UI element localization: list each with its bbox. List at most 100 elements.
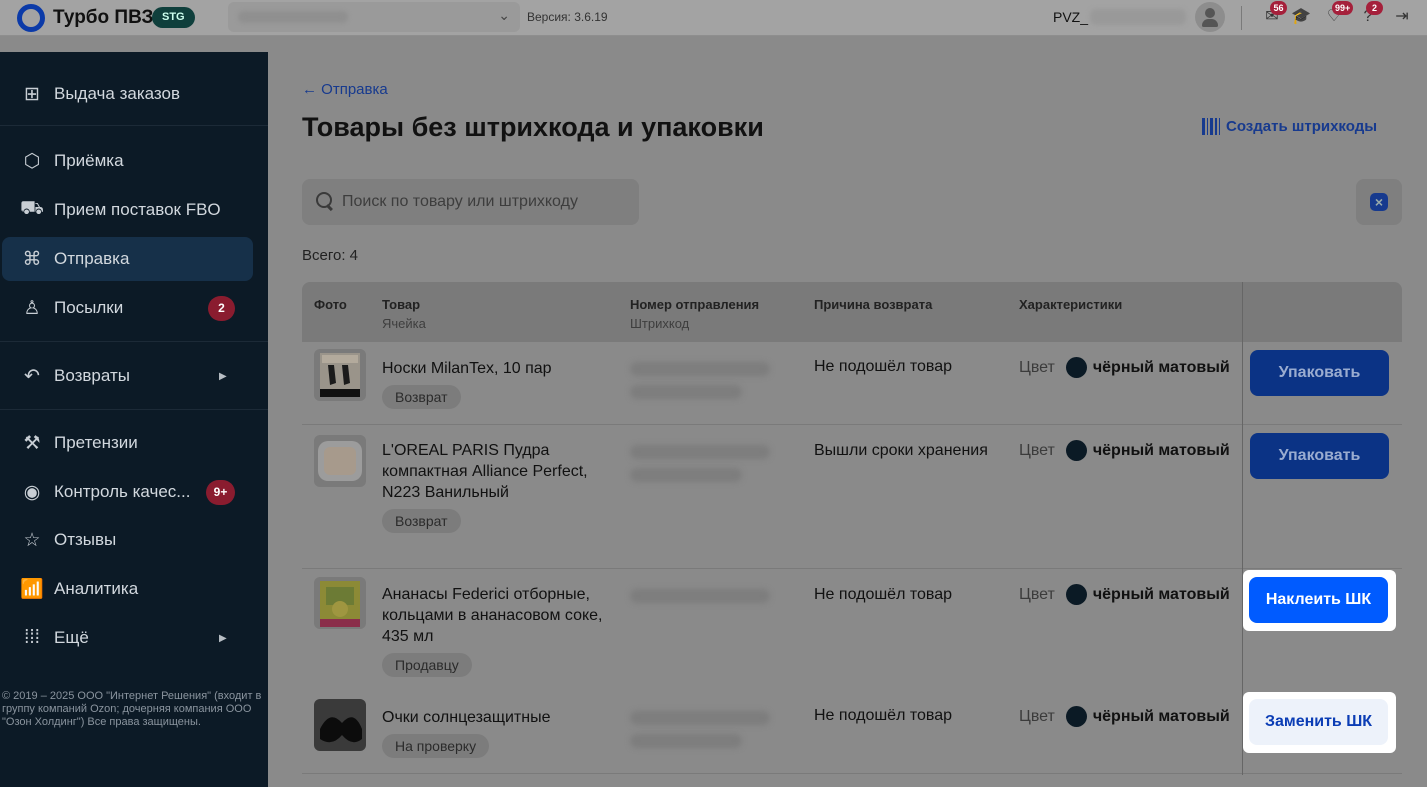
sidebar-item-label: Аналитика (54, 579, 139, 598)
cell-tag: Продавцу (382, 653, 472, 677)
gavel-icon: ⚒ (23, 432, 41, 454)
quality-badge: 9+ (206, 479, 235, 505)
sidebar-item-label: Посылки (54, 298, 124, 317)
parcels-badge: 2 (208, 295, 235, 321)
sidebar-item-claims[interactable]: ⚒ Претензии (0, 421, 268, 465)
shipment-number-hidden (630, 362, 770, 408)
return-reason: Не подошёл товар (814, 358, 953, 375)
cell-tag: Возврат (382, 509, 461, 533)
product-cell: Очки солнцезащитные На проверку (382, 707, 622, 758)
logout-icon[interactable]: ⇥ (1391, 6, 1413, 28)
sidebar-item-returns[interactable]: ↶ Возвраты ▶ (0, 354, 268, 398)
pack-button[interactable]: Упаковать (1250, 350, 1389, 396)
search-placeholder: Поиск по товару или штрихкоду (342, 193, 578, 210)
shipment-number-hidden (630, 589, 770, 612)
table-row: Ананасы Federici отборные, кольцами в ан… (302, 569, 1402, 691)
characteristic: Цвет чёрный матовый (1019, 584, 1230, 605)
sidebar-item-label: Возвраты (54, 366, 130, 385)
sidebar: ⊞ Выдача заказов ⬡ Приёмка ⛟ Прием поста… (0, 52, 268, 787)
sidebar-item-label: Отправка (54, 249, 130, 268)
review-icon: ☆ (23, 529, 41, 551)
truck-icon: ⛟ (20, 198, 44, 219)
product-name: Ананасы Federici отборные, кольцами в ан… (382, 586, 603, 645)
notifications-icon[interactable]: ♡ 99+ (1323, 1, 1354, 28)
sidebar-item-receiving[interactable]: ⬡ Приёмка (0, 139, 268, 183)
version-label: Версия: 3.6.19 (527, 10, 608, 24)
header-photo: Фото (314, 297, 347, 312)
cell-tag: Возврат (382, 385, 461, 409)
return-reason: Вышли сроки хранения (814, 442, 988, 459)
sidebar-item-label: Прием поставок FBO (54, 200, 221, 219)
highlight-frame: Заменить ШК (1243, 692, 1396, 753)
education-icon[interactable]: 🎓 (1290, 6, 1312, 28)
sidebar-item-reviews[interactable]: ☆ Отзывы (0, 518, 268, 562)
replace-barcode-button[interactable]: Заменить ШК (1249, 699, 1388, 745)
search-input[interactable]: Поиск по товару или штрихкоду (302, 179, 639, 225)
header-shipment: Номер отправления Штрихкод (630, 297, 760, 331)
sidebar-item-label: Выдача заказов (54, 84, 181, 103)
sidebar-item-quality[interactable]: ◉ Контроль качес... 9+ (0, 470, 268, 514)
back-link[interactable]: ← Отправка (302, 81, 388, 98)
sidebar-item-handover[interactable]: ⊞ Выдача заказов (0, 72, 268, 116)
return-reason: Не подошёл товар (814, 707, 953, 724)
return-reason: Не подошёл товар (814, 586, 953, 603)
env-badge: STG (152, 7, 195, 28)
page-title: Товары без штрихкода и упаковки (302, 112, 764, 142)
eye-icon: ◉ (23, 481, 41, 503)
sidebar-item-more[interactable]: ⁞⁞⁞ Ещё ▶ (0, 616, 268, 660)
brand-title: Турбо ПВЗ (53, 7, 154, 28)
product-photo (314, 349, 366, 401)
clear-search-button[interactable] (1356, 179, 1402, 225)
help-icon[interactable]: ? 2 (1357, 1, 1383, 28)
chevron-right-icon: ▶ (219, 632, 227, 644)
characteristic: Цвет чёрный матовый (1019, 357, 1230, 378)
product-name: L'OREAL PARIS Пудра компактная Alliance … (382, 442, 588, 501)
color-swatch (1065, 357, 1087, 378)
pvz-name: PVZ_ (1053, 9, 1089, 25)
sidebar-item-label: Отзывы (54, 530, 117, 549)
pack-button[interactable]: Упаковать (1250, 433, 1389, 479)
header-characteristics: Характеристики (1019, 297, 1123, 312)
pvz-name-hidden (1090, 9, 1186, 25)
top-bar: Турбо ПВЗ STG ⌄ Версия: 3.6.19 PVZ_ ✉ 56 … (0, 0, 1427, 36)
table-row: Носки MilanTex, 10 пар Возврат Не подошё… (302, 342, 1402, 425)
product-photo (314, 435, 366, 487)
sidebar-item-label: Контроль качес... (54, 482, 191, 501)
create-barcodes-button[interactable]: Создать штрихкоды (1202, 118, 1377, 135)
sidebar-item-label: Претензии (54, 433, 138, 452)
box-icon: ⬡ (23, 150, 41, 172)
table-header: Фото Товар Ячейка Номер отправления Штри… (302, 282, 1402, 342)
sidebar-item-fbo[interactable]: ⛟ Прием поставок FBO (0, 188, 268, 232)
color-swatch (1065, 440, 1087, 461)
product-photo (314, 577, 366, 629)
dolly-icon: ⌘ (22, 248, 42, 270)
person-icon: ♙ (23, 297, 41, 319)
messages-icon[interactable]: ✉ 56 (1261, 1, 1287, 28)
table-row: Очки солнцезащитные На проверку Не подош… (302, 691, 1402, 774)
notifications-badge: 99+ (1332, 1, 1354, 15)
header-product: Товар Ячейка (382, 297, 426, 331)
copyright: © 2019 – 2025 ООО "Интернет Решения" (вх… (2, 690, 262, 728)
create-barcodes-label: Создать штрихкоды (1226, 118, 1378, 135)
logo-icon (17, 4, 45, 32)
product-name: Носки MilanTex, 10 пар (382, 360, 552, 377)
help-badge: 2 (1366, 1, 1383, 15)
product-cell: L'OREAL PARIS Пудра компактная Alliance … (382, 440, 622, 533)
apply-barcode-button[interactable]: Наклеить ШК (1249, 577, 1388, 623)
header-reason: Причина возврата (814, 297, 933, 312)
sidebar-item-shipping[interactable]: ⌘ Отправка (2, 237, 253, 281)
characteristic: Цвет чёрный матовый (1019, 440, 1230, 461)
analytics-icon: 📶 (20, 579, 44, 600)
avatar[interactable] (1195, 2, 1225, 32)
product-cell: Ананасы Federici отборные, кольцами в ан… (382, 584, 622, 677)
chevron-down-icon: ⌄ (498, 7, 510, 23)
pvz-select[interactable]: ⌄ (228, 2, 520, 32)
sidebar-item-parcels[interactable]: ♙ Посылки 2 (0, 286, 268, 330)
cell-tag: На проверку (382, 734, 490, 758)
sidebar-item-analytics[interactable]: 📶 Аналитика (0, 567, 268, 611)
grid-icon: ⁞⁞⁞ (24, 627, 40, 648)
search-icon (316, 192, 334, 210)
total-count: Всего: 4 (302, 247, 359, 264)
highlight-frame: Наклеить ШК (1243, 570, 1396, 631)
shipment-number-hidden (630, 445, 770, 491)
